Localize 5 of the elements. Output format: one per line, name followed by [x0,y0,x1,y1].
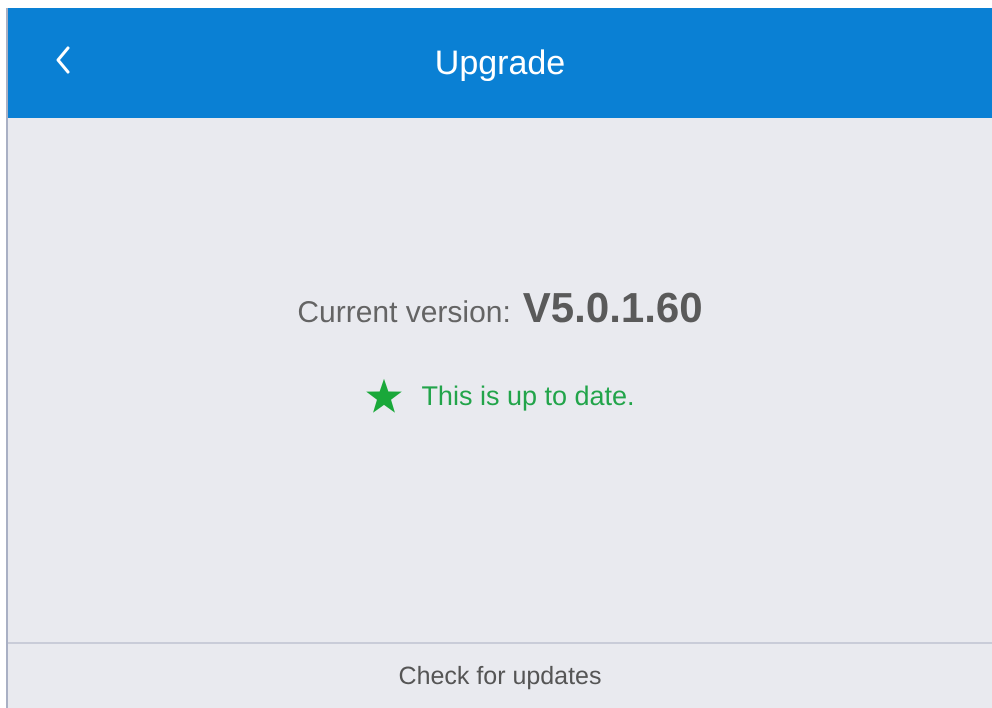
page-title: Upgrade [434,44,566,82]
back-icon[interactable] [55,45,71,75]
version-label: Current version: [297,296,511,330]
status-message: This is up to date. [421,380,635,412]
version-number: V5.0.1.60 [522,284,703,332]
